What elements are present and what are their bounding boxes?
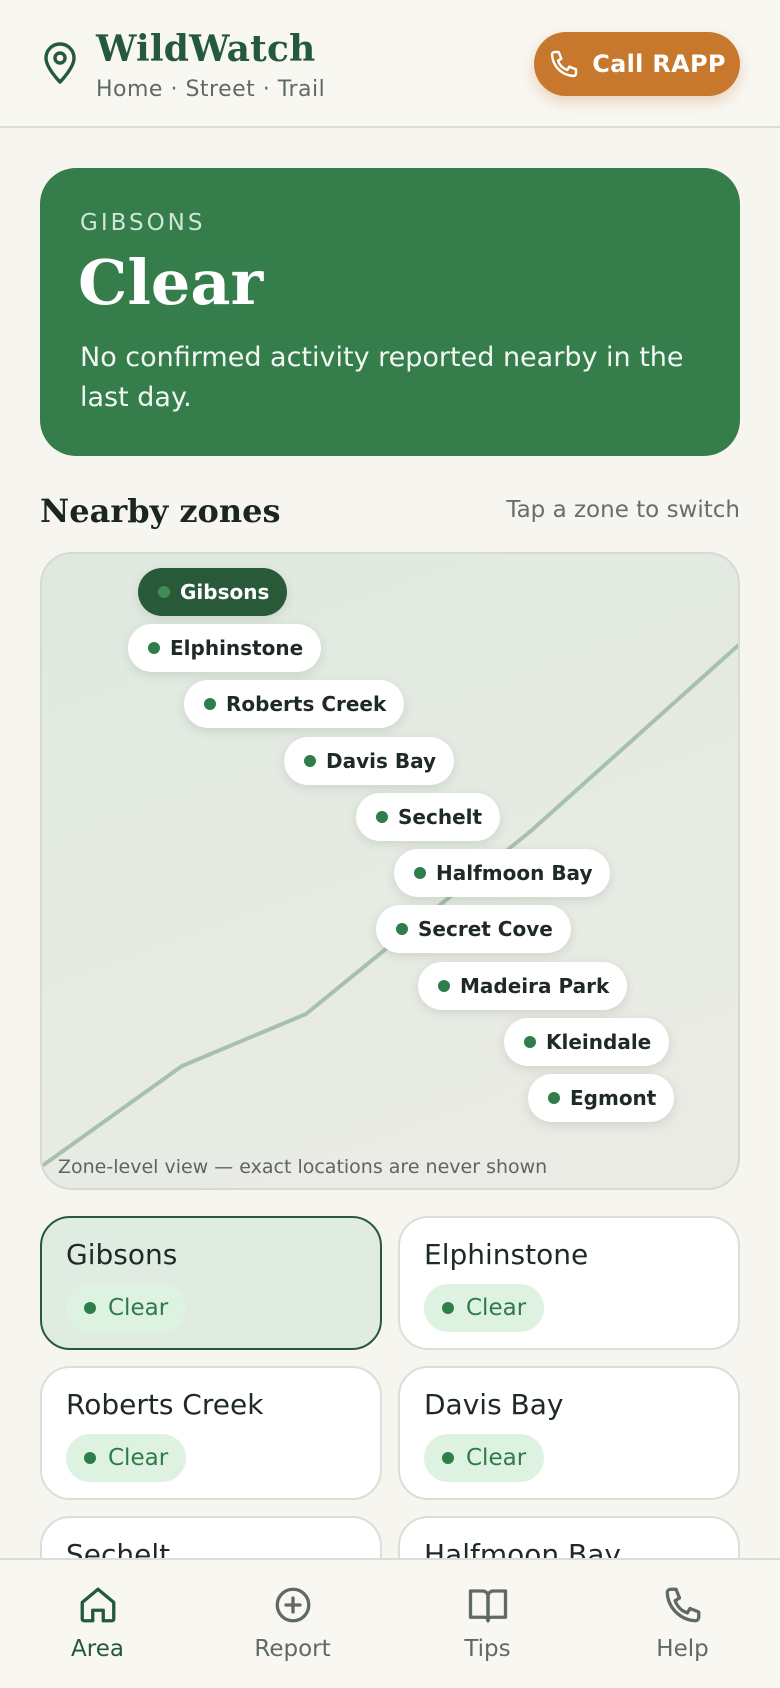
zone-card-name: Roberts Creek — [66, 1388, 264, 1421]
map-pill-label: Kleindale — [546, 1030, 652, 1054]
app-title: WildWatch — [96, 28, 316, 70]
location-pin-icon — [40, 42, 80, 86]
zone-card-name: Elphinstone — [424, 1238, 589, 1271]
open-book-icon — [468, 1589, 507, 1623]
nearby-zones-title: Nearby zones — [40, 492, 281, 530]
home-icon — [80, 1587, 115, 1623]
map-pill-label: Roberts Creek — [226, 692, 387, 716]
zone-card-elphinstone[interactable]: Elphinstone Clear — [398, 1216, 740, 1350]
nav-tab-tips[interactable]: Tips — [390, 1560, 585, 1688]
map-pill-gibsons[interactable]: Gibsons — [138, 568, 288, 616]
call-rapp-button[interactable]: Call RAPP — [534, 32, 740, 96]
nav-tab-area[interactable]: Area — [0, 1560, 195, 1688]
zone-status-dot — [396, 923, 408, 935]
zone-card-name: Gibsons — [66, 1238, 178, 1271]
map-pill-secret-cove[interactable]: Secret Cove — [376, 905, 571, 953]
map-pill-egmont[interactable]: Egmont — [528, 1074, 675, 1122]
zone-status-dot — [548, 1092, 560, 1104]
zone-status-badge: Clear — [66, 1434, 187, 1482]
map-pill-label: Davis Bay — [326, 749, 437, 773]
map-pill-kleindale[interactable]: Kleindale — [504, 1018, 670, 1066]
zone-status-dot — [524, 1036, 536, 1048]
map-pill-halfmoon-bay[interactable]: Halfmoon Bay — [394, 849, 611, 897]
zone-status-label: Clear — [466, 1295, 527, 1321]
zone-status-dot — [376, 811, 388, 823]
zone-status-dot — [438, 980, 450, 992]
app-subtitle: Home · Street · Trail — [96, 77, 326, 102]
nav-label-area: Area — [71, 1636, 124, 1662]
zone-status-badge: Clear — [424, 1284, 545, 1332]
map-pill-label: Elphinstone — [170, 636, 304, 660]
status-description: No confirmed activity reported nearby in… — [80, 342, 684, 413]
status-title: Clear — [78, 246, 264, 319]
phone-icon — [665, 1587, 700, 1623]
map-pill-label: Secret Cove — [418, 917, 553, 941]
zone-status-dot — [414, 867, 426, 879]
map-pill-elphinstone[interactable]: Elphinstone — [128, 624, 322, 672]
zone-status-dot — [204, 698, 216, 710]
nav-label-help: Help — [656, 1636, 709, 1662]
nav-label-tips: Tips — [464, 1636, 511, 1662]
nav-tab-report[interactable]: Report — [195, 1560, 390, 1688]
map-pill-label: Madeira Park — [460, 974, 610, 998]
status-area-name: GIBSONS — [80, 210, 206, 236]
app-header: WildWatch Home · Street · Trail Call RAP… — [0, 0, 780, 128]
map-pill-davis-bay[interactable]: Davis Bay — [284, 737, 455, 785]
map-pill-label: Halfmoon Bay — [436, 861, 593, 885]
zone-status-dot — [84, 1452, 96, 1464]
zone-status-dot — [304, 755, 316, 767]
zone-status-label: Clear — [108, 1445, 169, 1471]
nav-tab-help[interactable]: Help — [585, 1560, 780, 1688]
zone-card-davis-bay[interactable]: Davis Bay Clear — [398, 1366, 740, 1500]
zone-status-label: Clear — [466, 1445, 527, 1471]
zone-status-dot — [158, 586, 170, 598]
phone-icon — [551, 50, 578, 78]
zone-card-roberts-creek[interactable]: Roberts Creek Clear — [40, 1366, 382, 1500]
bottom-navigation: Area Report Tips Help — [0, 1558, 780, 1688]
zone-card-name: Davis Bay — [424, 1388, 564, 1421]
map-pill-madeira-park[interactable]: Madeira Park — [418, 962, 628, 1010]
status-card: GIBSONS Clear No confirmed activity repo… — [40, 168, 740, 456]
zone-status-dot — [84, 1302, 96, 1314]
plus-circle-icon — [275, 1587, 310, 1623]
zone-status-badge: Clear — [66, 1284, 187, 1332]
map-pill-sechelt[interactable]: Sechelt — [356, 793, 501, 841]
zone-status-badge: Clear — [424, 1434, 545, 1482]
zone-status-dot — [148, 642, 160, 654]
map-pill-roberts-creek[interactable]: Roberts Creek — [184, 680, 405, 728]
call-rapp-label: Call RAPP — [592, 50, 726, 78]
zone-status-label: Clear — [108, 1295, 169, 1321]
zone-card-gibsons[interactable]: Gibsons Clear — [40, 1216, 382, 1350]
map-pill-label: Sechelt — [398, 805, 483, 829]
map-privacy-note: Zone-level view — exact locations are ne… — [58, 1156, 548, 1178]
zone-status-dot — [442, 1452, 454, 1464]
map-pill-label: Egmont — [570, 1086, 657, 1110]
nearby-zones-hint: Tap a zone to switch — [506, 497, 740, 523]
map-pill-label: Gibsons — [180, 580, 270, 604]
zone-map[interactable]: Gibsons Elphinstone Roberts Creek Davis … — [40, 552, 740, 1190]
nav-label-report: Report — [254, 1636, 331, 1662]
zone-status-dot — [442, 1302, 454, 1314]
